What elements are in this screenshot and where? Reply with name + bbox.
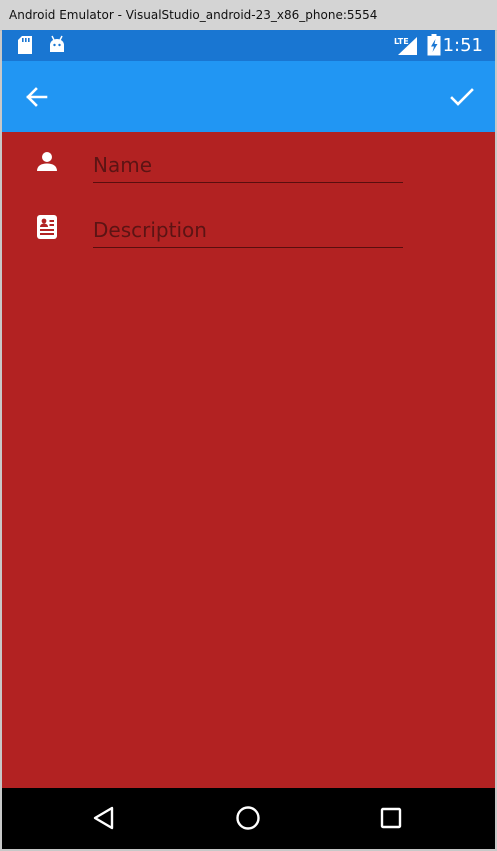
- nav-recents-button[interactable]: [375, 802, 407, 834]
- app-bar: [2, 61, 495, 132]
- check-icon: [450, 88, 474, 106]
- name-field: [2, 148, 495, 200]
- recents-square-icon: [380, 807, 402, 829]
- status-time: 1:51: [442, 35, 483, 56]
- window-title: Android Emulator - VisualStudio_android-…: [9, 8, 378, 22]
- description-input[interactable]: [93, 213, 403, 248]
- navigation-bar: [2, 788, 495, 849]
- phone-screen: LTE 1:51: [2, 30, 495, 849]
- status-bar: LTE 1:51: [2, 30, 495, 61]
- sd-card-icon: [18, 36, 32, 59]
- emulator-title-bar: Android Emulator - VisualStudio_android-…: [0, 0, 497, 31]
- network-label: LTE: [394, 37, 409, 46]
- back-button[interactable]: [13, 73, 61, 121]
- name-input[interactable]: [93, 148, 403, 183]
- confirm-button[interactable]: [438, 73, 486, 121]
- contact-card-icon: [35, 215, 59, 239]
- person-icon: [35, 150, 59, 174]
- description-field: [2, 213, 495, 265]
- android-debug-icon: [48, 35, 66, 58]
- nav-back-button[interactable]: [88, 802, 120, 834]
- back-triangle-icon: [93, 806, 114, 830]
- battery-charging-icon: [427, 34, 441, 61]
- home-circle-icon: [236, 806, 260, 830]
- lte-signal-icon: LTE: [394, 34, 418, 61]
- nav-home-button[interactable]: [232, 802, 264, 834]
- arrow-left-icon: [26, 87, 48, 107]
